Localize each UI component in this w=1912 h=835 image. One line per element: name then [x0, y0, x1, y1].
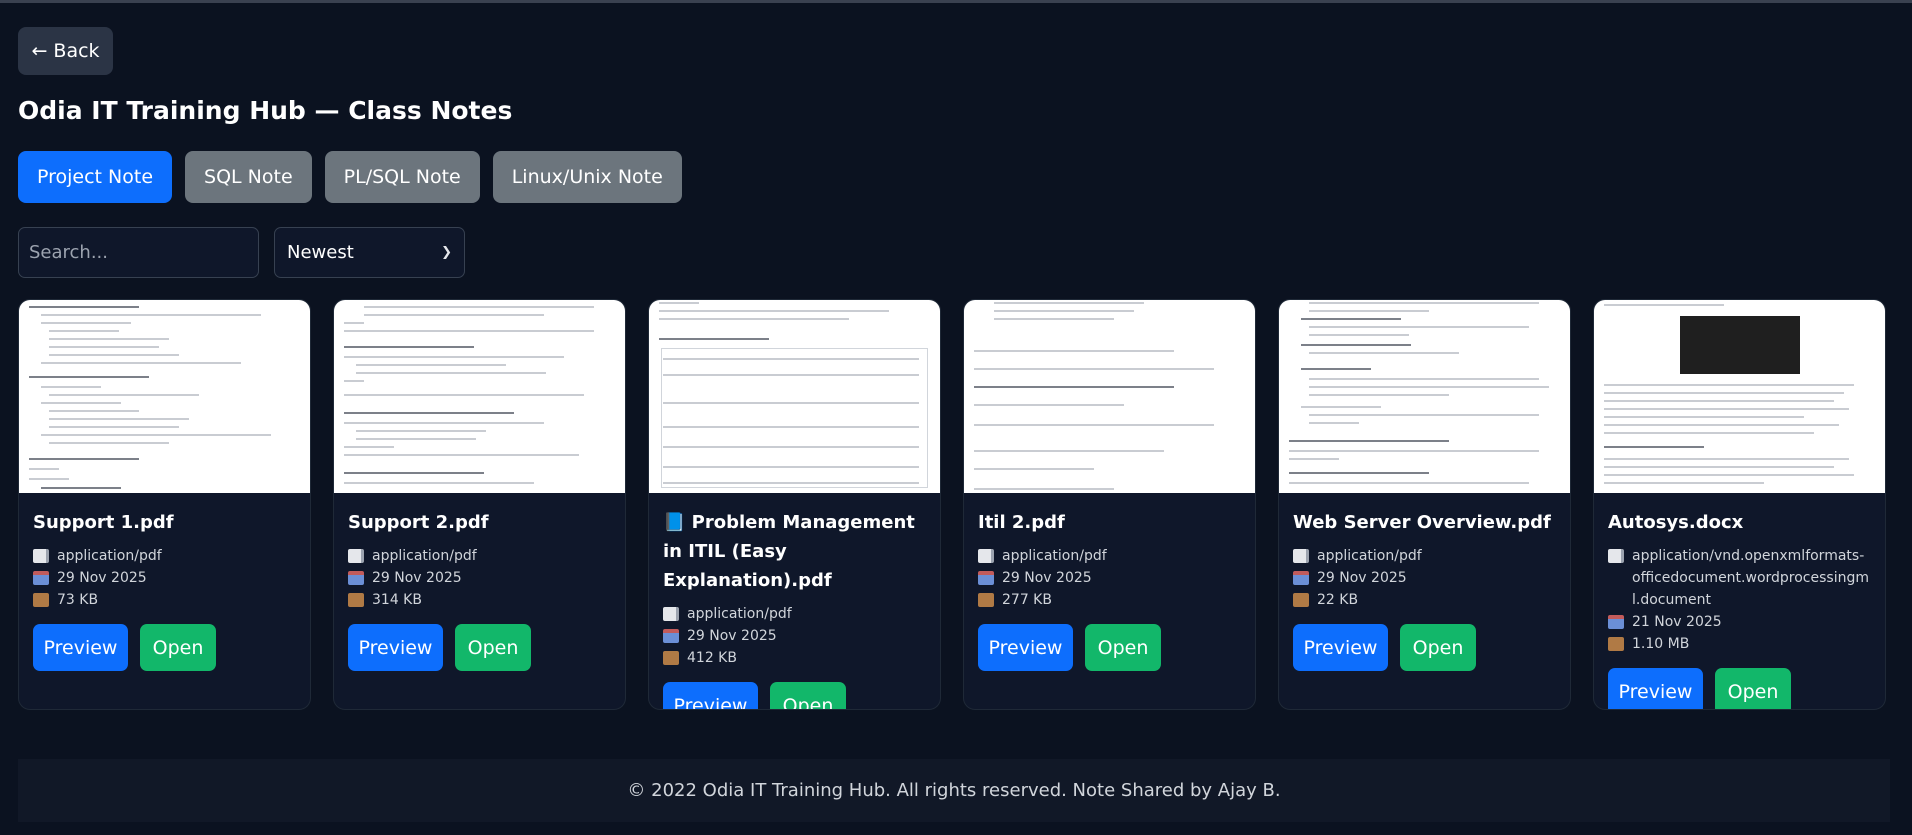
search-input[interactable]: Search... — [18, 227, 259, 278]
open-button[interactable]: Open — [140, 624, 216, 671]
note-date: 29 Nov 2025 — [57, 570, 147, 586]
document-icon — [1293, 549, 1309, 563]
note-size: 22 KB — [1317, 592, 1359, 608]
note-card: 📘 Problem Management in ITIL (Easy Expla… — [648, 299, 941, 710]
note-card: Support 2.pdf application/pdf 29 Nov 202… — [333, 299, 626, 710]
document-icon — [33, 549, 49, 563]
footer: © 2022 Odia IT Training Hub. All rights … — [18, 759, 1890, 822]
sort-selected-value: Newest — [287, 242, 354, 263]
preview-button[interactable]: Preview — [978, 624, 1073, 671]
note-meta: application/vnd.openxmlformats-officedoc… — [1608, 545, 1871, 655]
document-icon — [978, 549, 994, 563]
document-thumbnail[interactable] — [649, 300, 940, 493]
back-button[interactable]: ← Back — [18, 27, 113, 75]
package-icon — [978, 593, 994, 607]
note-meta: application/pdf 29 Nov 2025 22 KB — [1293, 545, 1556, 611]
calendar-icon — [978, 571, 994, 585]
open-button[interactable]: Open — [1085, 624, 1161, 671]
package-icon — [33, 593, 49, 607]
note-meta: application/pdf 29 Nov 2025 73 KB — [33, 545, 296, 611]
note-type: application/pdf — [1002, 548, 1107, 564]
chevron-down-icon: ❯ — [441, 245, 452, 260]
document-icon — [348, 549, 364, 563]
note-date: 21 Nov 2025 — [1632, 614, 1722, 630]
tab-project-note[interactable]: Project Note — [18, 151, 173, 203]
tab-sql-note[interactable]: SQL Note — [185, 151, 312, 203]
note-title: 📘 Problem Management in ITIL (Easy Expla… — [663, 512, 915, 591]
note-size: 412 KB — [687, 650, 737, 666]
note-size: 73 KB — [57, 592, 99, 608]
calendar-icon — [1608, 615, 1624, 629]
note-date: 29 Nov 2025 — [687, 628, 777, 644]
notes-grid: Support 1.pdf application/pdf 29 Nov 202… — [18, 299, 1886, 710]
package-icon — [1608, 637, 1624, 651]
note-title: Itil 2.pdf — [978, 512, 1065, 533]
top-border — [0, 0, 1912, 3]
sort-select[interactable]: Newest ❯ — [274, 227, 465, 278]
calendar-icon — [1293, 571, 1309, 585]
note-title: Support 2.pdf — [348, 512, 489, 533]
note-type: application/vnd.openxmlformats-officedoc… — [1632, 548, 1869, 608]
note-date: 29 Nov 2025 — [372, 570, 462, 586]
category-tabs: Project Note SQL Note PL/SQL Note Linux/… — [18, 151, 682, 203]
preview-button[interactable]: Preview — [33, 624, 128, 671]
open-button[interactable]: Open — [1400, 624, 1476, 671]
note-type: application/pdf — [687, 606, 792, 622]
tab-plsql-note[interactable]: PL/SQL Note — [324, 151, 480, 203]
preview-button[interactable]: Preview — [663, 682, 758, 709]
note-card: Support 1.pdf application/pdf 29 Nov 202… — [18, 299, 311, 710]
open-button[interactable]: Open — [770, 682, 846, 709]
document-thumbnail[interactable] — [964, 300, 1255, 493]
footer-text: © 2022 Odia IT Training Hub. All rights … — [627, 780, 1281, 801]
note-card: Web Server Overview.pdf application/pdf … — [1278, 299, 1571, 710]
note-card: Autosys.docx application/vnd.openxmlform… — [1593, 299, 1886, 710]
open-button[interactable]: Open — [455, 624, 531, 671]
preview-button[interactable]: Preview — [348, 624, 443, 671]
document-thumbnail[interactable] — [19, 300, 310, 493]
document-icon — [663, 607, 679, 621]
note-title: Support 1.pdf — [33, 512, 174, 533]
search-placeholder: Search... — [29, 242, 109, 263]
package-icon — [348, 593, 364, 607]
document-thumbnail[interactable] — [1594, 300, 1885, 493]
note-card: Itil 2.pdf application/pdf 29 Nov 2025 2… — [963, 299, 1256, 710]
document-thumbnail[interactable] — [334, 300, 625, 493]
preview-button[interactable]: Preview — [1293, 624, 1388, 671]
package-icon — [663, 651, 679, 665]
tab-linux-unix-note[interactable]: Linux/Unix Note — [492, 151, 682, 203]
package-icon — [1293, 593, 1309, 607]
preview-button[interactable]: Preview — [1608, 668, 1703, 709]
note-size: 1.10 MB — [1632, 636, 1690, 652]
note-title: Web Server Overview.pdf — [1293, 512, 1551, 533]
note-size: 277 KB — [1002, 592, 1052, 608]
document-icon — [1608, 549, 1624, 563]
note-date: 29 Nov 2025 — [1317, 570, 1407, 586]
note-meta: application/pdf 29 Nov 2025 277 KB — [978, 545, 1241, 611]
note-size: 314 KB — [372, 592, 422, 608]
note-date: 29 Nov 2025 — [1002, 570, 1092, 586]
note-meta: application/pdf 29 Nov 2025 412 KB — [663, 603, 926, 669]
open-button[interactable]: Open — [1715, 668, 1791, 709]
note-type: application/pdf — [1317, 548, 1422, 564]
calendar-icon — [33, 571, 49, 585]
note-title: Autosys.docx — [1608, 512, 1744, 533]
page-title: Odia IT Training Hub — Class Notes — [18, 96, 513, 125]
calendar-icon — [663, 629, 679, 643]
note-meta: application/pdf 29 Nov 2025 314 KB — [348, 545, 611, 611]
document-thumbnail[interactable] — [1279, 300, 1570, 493]
note-type: application/pdf — [57, 548, 162, 564]
calendar-icon — [348, 571, 364, 585]
note-type: application/pdf — [372, 548, 477, 564]
